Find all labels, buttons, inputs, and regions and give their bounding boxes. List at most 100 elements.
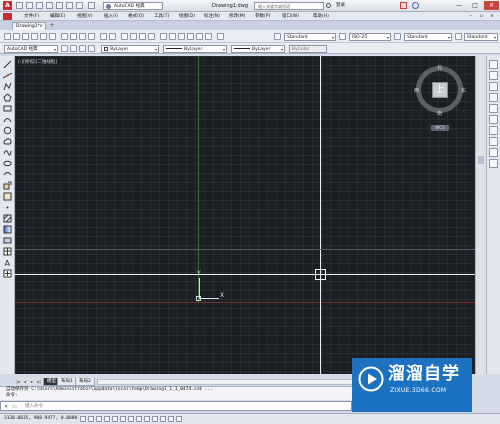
open-icon[interactable] [13,33,20,40]
app-logo-icon[interactable]: A [3,1,12,10]
snap-mode-icon[interactable] [80,416,86,422]
polyline-icon[interactable] [3,82,12,91]
lineweight-display-icon[interactable] [144,416,150,422]
annotation-monitor-icon[interactable] [176,416,182,422]
save-as-icon[interactable] [46,2,53,9]
undo-icon[interactable] [100,33,107,40]
rotate-icon[interactable] [489,126,498,135]
menu-dimension[interactable]: 标注(N) [204,12,220,21]
help-icon[interactable] [412,2,419,9]
menu-close-doc[interactable]: × [490,12,494,21]
pan-icon[interactable] [121,33,128,40]
zoom-window-icon[interactable] [139,33,146,40]
markup-icon[interactable] [196,33,203,40]
menu-tools[interactable]: 工具(T) [154,12,169,21]
horizontal-scrollbar[interactable] [97,379,353,385]
first-tab-icon[interactable]: |◂ [15,378,21,385]
menu-insert[interactable]: 插入(I) [104,12,118,21]
copy-object-icon[interactable] [489,71,498,80]
close-tab-icon[interactable]: × [39,23,43,30]
point-icon[interactable] [3,203,12,212]
circle-icon[interactable] [3,126,12,135]
design-center-icon[interactable] [169,33,176,40]
copy-icon[interactable] [70,33,77,40]
sheet-set-icon[interactable] [187,33,194,40]
login-link[interactable]: 登录 [336,2,345,10]
ortho-mode-icon[interactable] [96,416,102,422]
preview-icon[interactable] [40,33,47,40]
table-style-select[interactable]: Standard ▾ [404,33,452,41]
revision-cloud-icon[interactable] [3,137,12,146]
color-select[interactable]: ByLayer ▾ [101,45,159,53]
next-tab-icon[interactable]: ▸ [29,378,35,385]
open-icon[interactable] [26,2,33,9]
close-button[interactable]: ✕ [484,1,499,10]
stretch-icon[interactable] [489,148,498,157]
region-icon[interactable] [3,236,12,245]
text-style-select[interactable]: Standard ▾ [284,33,336,41]
menu-file[interactable]: 文件(F) [24,12,39,21]
mirror-icon[interactable] [489,82,498,91]
tool-palettes-icon[interactable] [178,33,185,40]
add-selected-icon[interactable] [3,269,12,278]
scale-icon[interactable] [489,137,498,146]
new-tab-button[interactable]: + [48,23,56,29]
layer-previous-icon[interactable] [88,45,95,52]
insert-block-icon[interactable] [3,181,12,190]
gradient-icon[interactable] [3,225,12,234]
layer-state-icon[interactable] [79,45,86,52]
undo-icon[interactable] [66,2,73,9]
offset-icon[interactable] [489,93,498,102]
wcs-menu[interactable]: WCS [431,125,449,131]
calculator-icon[interactable] [205,33,212,40]
dynamic-ucs-icon[interactable] [128,416,134,422]
make-block-icon[interactable] [3,192,12,201]
hatch-icon[interactable] [3,214,12,223]
print-icon[interactable] [31,33,38,40]
maximize-button[interactable]: □ [468,1,482,10]
tab-layout2[interactable]: 布局2 [75,378,95,386]
construction-line-icon[interactable] [3,71,12,80]
array-icon[interactable] [489,104,498,113]
command-settings-icon[interactable]: ▭ [12,404,17,410]
viewcube-north[interactable]: 北 [437,64,442,71]
lineweight-select[interactable]: ByLayer ▾ [231,45,285,53]
viewcube-south[interactable]: 南 [437,110,442,117]
viewcube-west[interactable]: 西 [414,87,419,94]
table-icon[interactable] [3,247,12,256]
selection-cycling-icon[interactable] [168,416,174,422]
properties-icon[interactable] [160,33,167,40]
object-snap-icon[interactable] [112,416,118,422]
multiline-text-icon[interactable]: A [3,258,12,267]
command-close-icon[interactable]: ✕ [4,404,8,410]
layer-properties-icon[interactable] [70,45,77,52]
menu-minimize-doc[interactable]: – [470,12,472,21]
object-snap-tracking-icon[interactable] [120,416,126,422]
file-tab-drawing1[interactable]: Drawing1* × [12,22,46,30]
rectangle-icon[interactable] [3,104,12,113]
viewport-controls[interactable]: [-][俯视][二维线框] [18,59,57,65]
redo-icon[interactable] [109,33,116,40]
vertical-scrollbar[interactable] [475,56,486,374]
trim-icon[interactable] [489,159,498,168]
transparency-icon[interactable] [152,416,158,422]
save-icon[interactable] [36,2,43,9]
save-icon[interactable] [22,33,29,40]
dim-style-select[interactable]: ISO-25 ▾ [349,33,391,41]
new-icon[interactable] [4,33,11,40]
paste-icon[interactable] [79,33,86,40]
polygon-icon[interactable] [3,93,12,102]
ellipse-icon[interactable] [3,159,12,168]
menu-parametric[interactable]: 参数(P) [255,12,270,21]
arc-icon[interactable] [3,115,12,124]
command-input[interactable]: 键入命令 [25,402,43,411]
zoom-previous-icon[interactable] [148,33,155,40]
command-line[interactable]: ✕ ▭ 键入命令 [0,401,352,411]
menu-format[interactable]: 格式(O) [128,12,144,21]
menu-edit[interactable]: 编辑(E) [50,12,65,21]
cut-icon[interactable] [61,33,68,40]
menu-window[interactable]: 窗口(W) [282,12,299,21]
share-icon[interactable] [88,2,95,9]
drawing-canvas[interactable]: [-][俯视][二维线框] Y X [15,56,475,374]
tab-layout1[interactable]: 布局1 [57,378,77,386]
